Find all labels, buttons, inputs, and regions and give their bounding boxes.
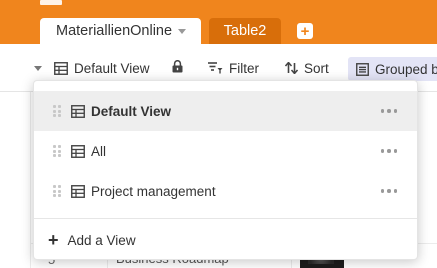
chevron-down-icon[interactable] (178, 28, 187, 34)
grouped-by-button[interactable]: Grouped by (348, 57, 437, 81)
add-view-button[interactable]: + Add a View (34, 221, 417, 259)
view-item-all[interactable]: All (34, 131, 417, 171)
grouped-by-label: Grouped by (375, 61, 437, 77)
tab-table2[interactable]: Table2 (209, 18, 281, 44)
more-options-icon[interactable] (380, 91, 397, 131)
view-item-project-management[interactable]: Project management (34, 171, 417, 211)
filter-label: Filter (229, 60, 259, 76)
sort-label: Sort (304, 60, 329, 76)
chevron-down-icon[interactable] (34, 65, 42, 71)
current-view-label: Default View (74, 60, 150, 76)
tab-label: Table2 (223, 23, 267, 39)
filter-icon (208, 62, 223, 74)
plus-icon: + (300, 22, 310, 40)
group-icon (356, 62, 369, 76)
views-dropdown-menu: Default View All Project management + Ad… (33, 80, 418, 260)
grid-view-icon (71, 104, 85, 118)
view-item-default-view[interactable]: Default View (34, 91, 417, 131)
sort-icon (285, 62, 298, 74)
grid-line (30, 92, 31, 268)
menu-divider (34, 218, 417, 219)
tab-label: MateriallienOnline (56, 23, 173, 39)
more-options-icon[interactable] (380, 171, 397, 211)
add-table-button[interactable]: + (297, 23, 313, 39)
plus-icon: + (48, 230, 59, 250)
grid-view-icon (54, 61, 68, 75)
view-item-label: Default View (91, 103, 172, 119)
lock-icon[interactable] (172, 60, 183, 76)
view-item-label: All (91, 143, 107, 159)
grid-view-icon (71, 184, 85, 198)
tab-materiallienonline[interactable]: MateriallienOnline (40, 18, 201, 44)
drag-handle-icon[interactable] (53, 145, 61, 157)
top-header-bar: MateriallienOnline Table2 + (0, 0, 437, 44)
add-view-label: Add a View (67, 232, 136, 248)
drag-handle-icon[interactable] (53, 105, 61, 117)
more-options-icon[interactable] (380, 131, 397, 171)
grid-view-icon (71, 144, 85, 158)
drag-handle-icon[interactable] (53, 185, 61, 197)
view-item-label: Project management (91, 183, 216, 199)
app-logo-icon (40, 0, 62, 5)
